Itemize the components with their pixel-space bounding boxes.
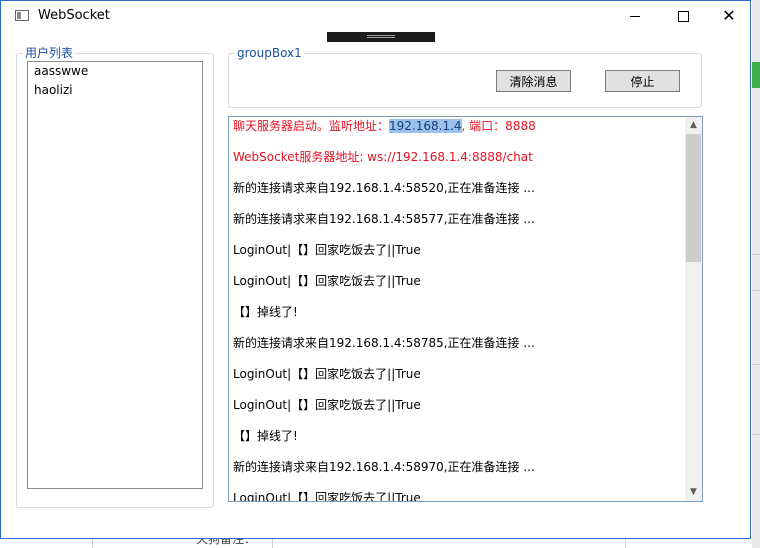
maximize-icon [677,10,689,22]
background-divider [752,364,760,365]
background-divider [752,254,760,255]
scroll-up-icon[interactable]: ▲ [685,117,702,134]
minimize-button[interactable] [612,1,658,31]
background-divider [625,539,626,548]
log-line: LoginOut|【】回家吃饭去了||True [233,243,421,257]
log-line: 新的连接请求来自192.168.1.4:58520,正在准备连接 ... [233,181,535,195]
log-line: LoginOut|【】回家吃饭去了||True [233,367,421,381]
background-divider [752,290,760,291]
log-line: 【】掉线了! [233,305,298,319]
background-divider [92,539,93,548]
log-line: 新的连接请求来自192.168.1.4:58970,正在准备连接 ... [233,460,535,474]
log-line: LoginOut|【】回家吃饭去了||True [233,491,421,502]
message-log[interactable]: 聊天服务器启动。监听地址：192.168.1.4, 端口：8888 WebSoc… [228,116,703,502]
scroll-down-icon[interactable]: ▼ [685,484,702,501]
minimize-icon [630,15,640,17]
log-line: LoginOut|【】回家吃饭去了||True [233,398,421,412]
window-title: WebSocket [38,8,110,23]
log-line: LoginOut|【】回家吃饭去了||True [233,274,421,288]
log-line-server-start: 聊天服务器启动。监听地址：192.168.1.4, 端口：8888 [233,117,683,149]
log-line: 【】掉线了! [233,429,298,443]
background-divider [272,539,273,548]
log-line-server-url: WebSocket服务器地址: ws://192.168.1.4:8888/ch… [233,150,533,164]
user-list-item[interactable]: aasswwe [28,62,202,81]
websocket-window: WebSocket ✕ 用户列表 aasswwe haolizi groupBo… [0,0,751,539]
log-line-prefix: 聊天服务器启动。监听地址： [233,119,390,133]
log-line: 新的连接请求来自192.168.1.4:58785,正在准备连接 ... [233,336,535,350]
log-line: 新的连接请求来自192.168.1.4:58577,正在准备连接 ... [233,212,535,226]
vertical-scrollbar[interactable]: ▲ ▼ [685,117,702,501]
control-groupbox-legend: groupBox1 [235,46,304,60]
selected-address-text[interactable]: 192.168.1.4 [389,119,462,133]
close-icon: ✕ [722,6,736,25]
close-button[interactable]: ✕ [706,1,752,31]
users-groupbox-legend: 用户列表 [23,46,76,60]
background-green-accent [752,62,760,88]
maximize-button[interactable] [660,1,706,31]
background-divider [752,434,760,435]
stop-button[interactable]: 停止 [605,70,680,92]
scroll-thumb[interactable] [686,134,701,262]
clear-messages-button[interactable]: 清除消息 [496,70,571,92]
user-list-item[interactable]: haolizi [28,81,202,100]
app-window-icon [15,10,29,21]
title-bar[interactable]: WebSocket ✕ [1,1,750,31]
log-line-suffix: , 端口：8888 [461,119,536,133]
splitter-handle[interactable] [327,32,435,42]
user-listbox[interactable]: aasswwe haolizi [27,61,203,489]
grip-icon [367,35,395,38]
message-log-content: 聊天服务器启动。监听地址：192.168.1.4, 端口：8888 WebSoc… [233,117,683,502]
